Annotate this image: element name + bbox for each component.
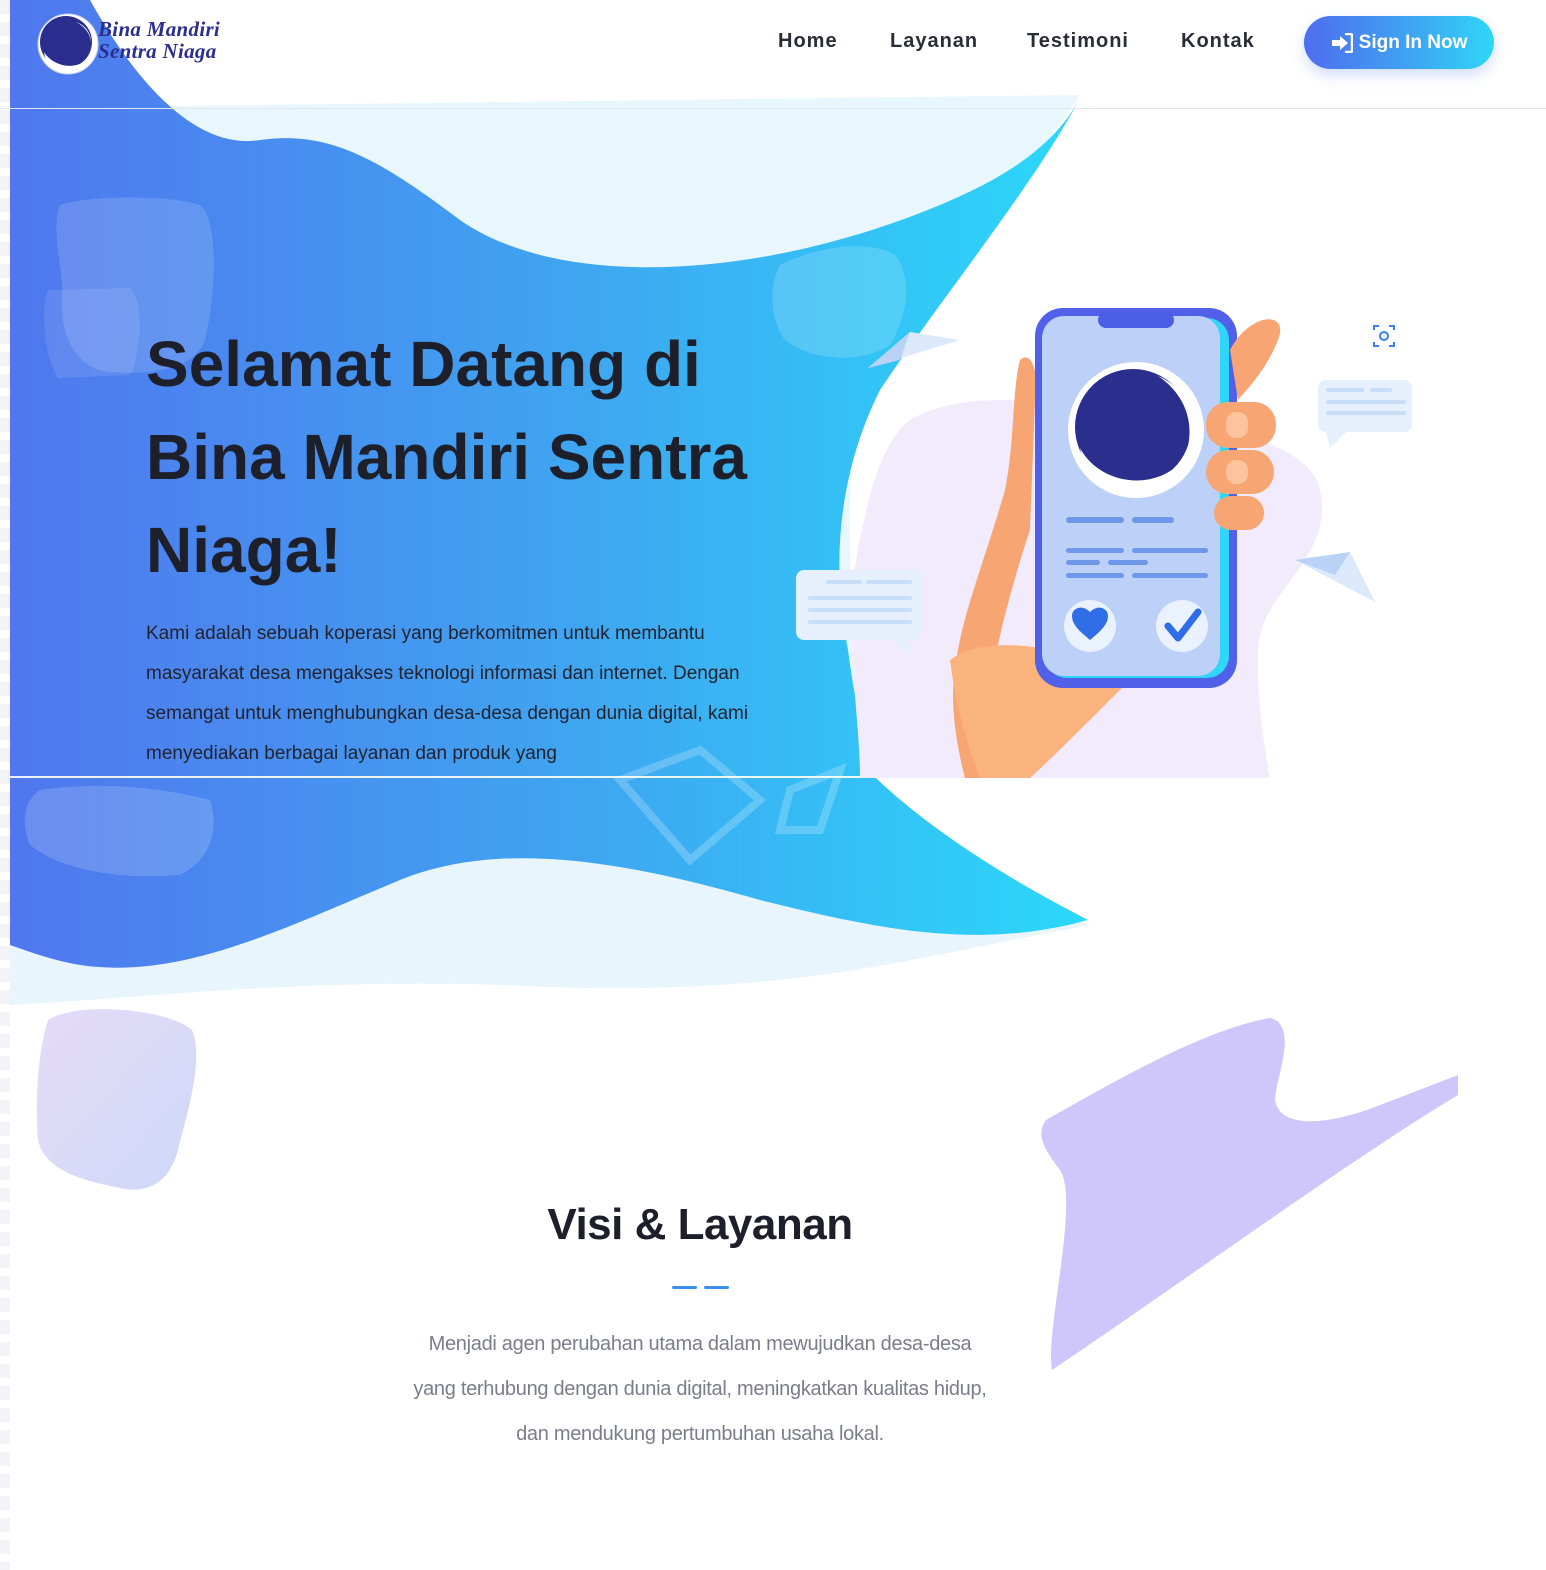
nav-home[interactable]: Home bbox=[778, 30, 838, 53]
sign-in-label: Sign In Now bbox=[1358, 31, 1468, 53]
page: Bina Mandiri Sentra Niaga Home Layanan T… bbox=[0, 0, 1546, 1570]
hero-title: Selamat Datang di Bina Mandiri Sentra Ni… bbox=[146, 328, 747, 586]
brand-name-line1: Bina Mandiri bbox=[98, 17, 221, 41]
crescent-moon-logo-icon bbox=[37, 13, 99, 75]
brand-name-line2: Sentra Niaga bbox=[98, 39, 217, 63]
scan-icon bbox=[1364, 316, 1404, 356]
phone-hand-illustration bbox=[796, 308, 1412, 778]
paper-plane-icon bbox=[1295, 552, 1375, 602]
heart-icon bbox=[1064, 600, 1116, 652]
brand-name: Bina Mandiri Sentra Niaga bbox=[98, 18, 220, 62]
check-icon bbox=[1156, 600, 1208, 652]
brand-logo[interactable]: Bina Mandiri Sentra Niaga bbox=[36, 10, 226, 80]
nav-testimoni[interactable]: Testimoni bbox=[1027, 30, 1129, 53]
nav-kontak[interactable]: Kontak bbox=[1181, 30, 1255, 53]
section-description: Menjadi agen perubahan utama dalam mewuj… bbox=[413, 1333, 987, 1445]
title-underline-left bbox=[672, 1286, 697, 1289]
thumb bbox=[1230, 319, 1281, 400]
section-title: Visi & Layanan bbox=[547, 1200, 853, 1249]
nav-layanan[interactable]: Layanan bbox=[890, 30, 978, 53]
paper-plane-icon bbox=[868, 332, 960, 368]
hero-divider bbox=[10, 776, 874, 778]
chat-bubble-icon bbox=[1318, 380, 1412, 448]
site-header: Bina Mandiri Sentra Niaga Home Layanan T… bbox=[0, 0, 1546, 109]
sign-in-icon bbox=[1331, 32, 1353, 53]
sign-in-button[interactable]: Sign In Now bbox=[1304, 16, 1494, 69]
title-underline-right bbox=[704, 1286, 729, 1289]
hero-description: Kami adalah sebuah koperasi yang berkomi… bbox=[146, 623, 749, 764]
